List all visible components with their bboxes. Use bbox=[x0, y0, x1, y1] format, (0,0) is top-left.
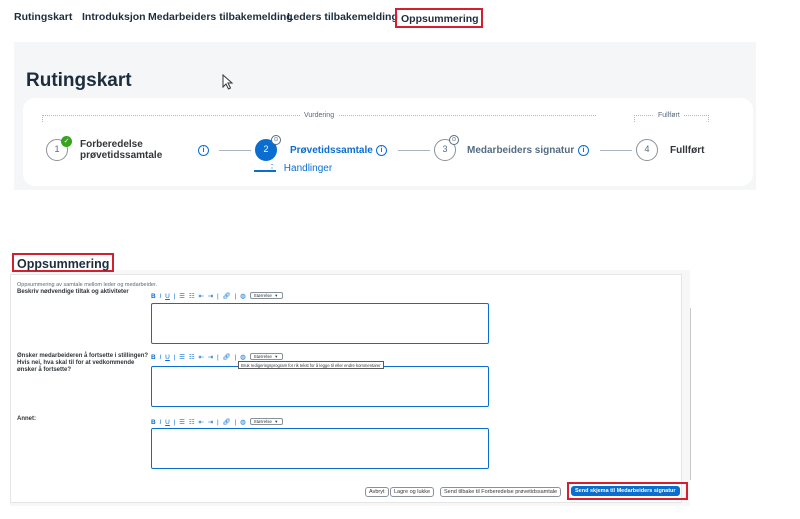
step-connector bbox=[219, 150, 251, 151]
step-3-label[interactable]: Medarbeiders signatur bbox=[467, 145, 574, 156]
textarea-fortsette[interactable] bbox=[151, 366, 489, 407]
field-label-fortsette: Ønsker medarbeideren å fortsette i still… bbox=[17, 353, 149, 373]
step-4-label[interactable]: Fullført bbox=[670, 145, 704, 156]
step-1-label-line1: Forberedelse bbox=[80, 139, 143, 150]
indent-icon[interactable]: ⇥ bbox=[208, 418, 213, 426]
link-icon[interactable]: 🔗︎ bbox=[223, 353, 231, 361]
indent-icon[interactable]: ⇥ bbox=[208, 292, 213, 300]
underline-button[interactable]: U bbox=[165, 419, 170, 426]
outdent-icon[interactable]: ⇤ bbox=[198, 292, 203, 300]
form-intro: Oppsummering av samtale mellom leder og … bbox=[17, 282, 158, 288]
bold-button[interactable]: B bbox=[151, 419, 156, 426]
step-1-label[interactable]: Forberedelse prøvetidssamtale bbox=[80, 139, 162, 161]
rich-text-toolbar: B I U | ☰ ☷ ⇤ ⇥ | 🔗︎ | ◍ Størrelse ▾ bbox=[151, 418, 285, 427]
font-size-label: Størrelse bbox=[253, 354, 272, 359]
cancel-button[interactable]: Avbryt bbox=[365, 487, 389, 497]
bold-button[interactable]: B bbox=[151, 354, 156, 361]
italic-button[interactable]: I bbox=[160, 419, 162, 426]
palette-icon[interactable]: ◍ bbox=[240, 353, 246, 361]
underline-button[interactable]: U bbox=[165, 293, 170, 300]
palette-icon[interactable]: ◍ bbox=[240, 418, 246, 426]
link-icon[interactable]: 🔗︎ bbox=[223, 418, 231, 426]
step-connector bbox=[600, 150, 632, 151]
link-icon[interactable]: 🔗︎ bbox=[223, 292, 231, 300]
group-label-fullfort: Fullført bbox=[654, 112, 684, 119]
check-icon: ✓ bbox=[61, 136, 72, 147]
divider: | bbox=[234, 293, 237, 300]
underline-button[interactable]: U bbox=[165, 354, 170, 361]
lock-icon: ⊙ bbox=[271, 135, 281, 145]
info-icon[interactable]: i bbox=[376, 145, 387, 156]
chevron-down-icon: ▾ bbox=[275, 354, 278, 359]
group-label-vurdering: Vurdering bbox=[300, 112, 339, 119]
numbered-list-icon[interactable]: ☰ bbox=[179, 353, 185, 361]
font-size-label: Størrelse bbox=[253, 293, 272, 298]
tab-medarbeiders-tilbakemelding[interactable]: Medarbeiders tilbakemelding bbox=[148, 11, 293, 23]
section-title: Oppsummering bbox=[12, 253, 115, 272]
chevron-down-icon: ▾ bbox=[275, 293, 278, 298]
app-root: Rutingskart Introduksjon Medarbeiders ti… bbox=[0, 0, 800, 519]
divider: | bbox=[216, 419, 219, 426]
tab-oppsummering[interactable]: Oppsummering bbox=[395, 8, 483, 28]
outdent-icon[interactable]: ⇤ bbox=[198, 418, 203, 426]
chevron-down-icon: ▾ bbox=[275, 419, 278, 424]
outdent-icon[interactable]: ⇤ bbox=[198, 353, 203, 361]
step-4-circle[interactable]: 4 bbox=[636, 139, 658, 161]
indent-icon[interactable]: ⇥ bbox=[208, 353, 213, 361]
bold-button[interactable]: B bbox=[151, 293, 156, 300]
palette-icon[interactable]: ◍ bbox=[240, 292, 246, 300]
font-size-label: Størrelse bbox=[253, 419, 272, 424]
lock-icon: ⊙ bbox=[449, 135, 459, 145]
mouse-cursor-icon bbox=[222, 74, 234, 90]
more-vertical-icon: ⋮ bbox=[267, 163, 277, 174]
actions-label: Handlinger bbox=[283, 163, 333, 174]
step-connector bbox=[398, 150, 430, 151]
save-close-button[interactable]: Lagre og lukke bbox=[390, 487, 435, 497]
divider: | bbox=[234, 419, 237, 426]
numbered-list-icon[interactable]: ☰ bbox=[179, 418, 185, 426]
divider: | bbox=[173, 293, 176, 300]
divider: | bbox=[216, 354, 219, 361]
font-size-select[interactable]: Størrelse ▾ bbox=[249, 418, 284, 425]
textarea-annet[interactable] bbox=[151, 428, 489, 469]
tab-rutingskart[interactable]: Rutingskart bbox=[14, 11, 72, 23]
step-1-label-line2: prøvetidssamtale bbox=[80, 150, 163, 161]
font-size-select[interactable]: Størrelse ▾ bbox=[249, 353, 284, 360]
bullet-list-icon[interactable]: ☷ bbox=[189, 292, 195, 300]
divider: | bbox=[173, 354, 176, 361]
step-2-label[interactable]: Prøvetidssamtale bbox=[290, 145, 373, 156]
scroll-divider bbox=[690, 308, 691, 480]
italic-button[interactable]: I bbox=[160, 354, 162, 361]
send-back-button[interactable]: Send tilbake til Forberedelse prøvetidss… bbox=[440, 487, 562, 497]
divider: | bbox=[216, 293, 219, 300]
rich-text-toolbar: B I U | ☰ ☷ ⇤ ⇥ | 🔗︎ | ◍ Størrelse ▾ bbox=[151, 292, 285, 301]
tab-introduksjon[interactable]: Introduksjon bbox=[82, 11, 146, 23]
bullet-list-icon[interactable]: ☷ bbox=[189, 353, 195, 361]
numbered-list-icon[interactable]: ☰ bbox=[179, 292, 185, 300]
tooltip: Bruk redigeringsprogram for rik tekst fo… bbox=[238, 361, 384, 369]
actions-menu[interactable]: ⋮ Handlinger bbox=[267, 163, 332, 174]
tab-leders-tilbakemelding[interactable]: Leders tilbakemelding bbox=[287, 11, 398, 23]
top-tabs: Rutingskart Introduksjon Medarbeiders ti… bbox=[0, 8, 800, 30]
italic-button[interactable]: I bbox=[160, 293, 162, 300]
bullet-list-icon[interactable]: ☷ bbox=[189, 418, 195, 426]
info-icon[interactable]: i bbox=[578, 145, 589, 156]
font-size-select[interactable]: Størrelse ▾ bbox=[249, 292, 284, 299]
textarea-tiltak[interactable] bbox=[151, 303, 489, 344]
send-to-signature-button[interactable]: Send skjema til Medarbeiders signatur bbox=[571, 486, 680, 496]
page-title: Rutingskart bbox=[26, 70, 132, 91]
field-label-annet: Annet: bbox=[17, 416, 36, 422]
divider: | bbox=[173, 419, 176, 426]
field-label-tiltak: Beskriv nødvendige tiltak og aktiviteter bbox=[17, 289, 129, 295]
info-icon[interactable]: i bbox=[198, 145, 209, 156]
divider: | bbox=[234, 354, 237, 361]
